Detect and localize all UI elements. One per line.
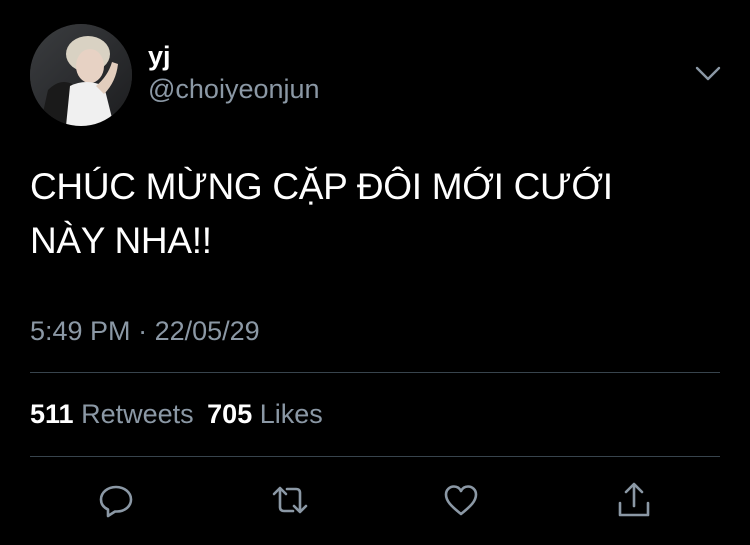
likes-label: Likes [259, 399, 323, 429]
tweet-text-line: NÀY NHA!! [30, 220, 212, 261]
tweet-timestamp[interactable]: 5:49 PM · 22/05/29 [30, 313, 260, 349]
tweet-text: CHÚC MỪNG CẶP ĐÔI MỚI CƯỚI NÀY NHA!! [30, 160, 710, 268]
tweet-text-line: CHÚC MỪNG CẶP ĐÔI MỚI CƯỚI [30, 166, 613, 207]
heart-icon[interactable] [441, 480, 481, 520]
retweet-icon[interactable] [270, 480, 310, 520]
reply-icon[interactable] [96, 480, 136, 520]
retweets-label: Retweets [81, 399, 194, 429]
avatar[interactable] [30, 24, 132, 126]
retweets-count: 511 [30, 399, 74, 429]
likes-count: 705 [207, 399, 253, 429]
divider [30, 456, 720, 457]
user-handle[interactable]: @choiyeonjun [148, 72, 320, 106]
tweet-detail: yj @choiyeonjun CHÚC MỪNG CẶP ĐÔI MỚI CƯ… [0, 0, 750, 545]
divider [30, 372, 720, 373]
tweet-date: 22/05/29 [154, 316, 260, 346]
display-name[interactable]: yj [148, 40, 320, 72]
chevron-down-icon[interactable] [694, 64, 722, 84]
meta-separator: · [138, 316, 148, 346]
likes-stat[interactable]: 705 Likes [207, 399, 323, 429]
retweets-stat[interactable]: 511 Retweets [30, 399, 201, 429]
tweet-stats: 511 Retweets 705 Likes [30, 396, 323, 432]
share-icon[interactable] [614, 480, 654, 520]
user-info[interactable]: yj @choiyeonjun [148, 40, 320, 106]
tweet-time: 5:49 PM [30, 316, 131, 346]
